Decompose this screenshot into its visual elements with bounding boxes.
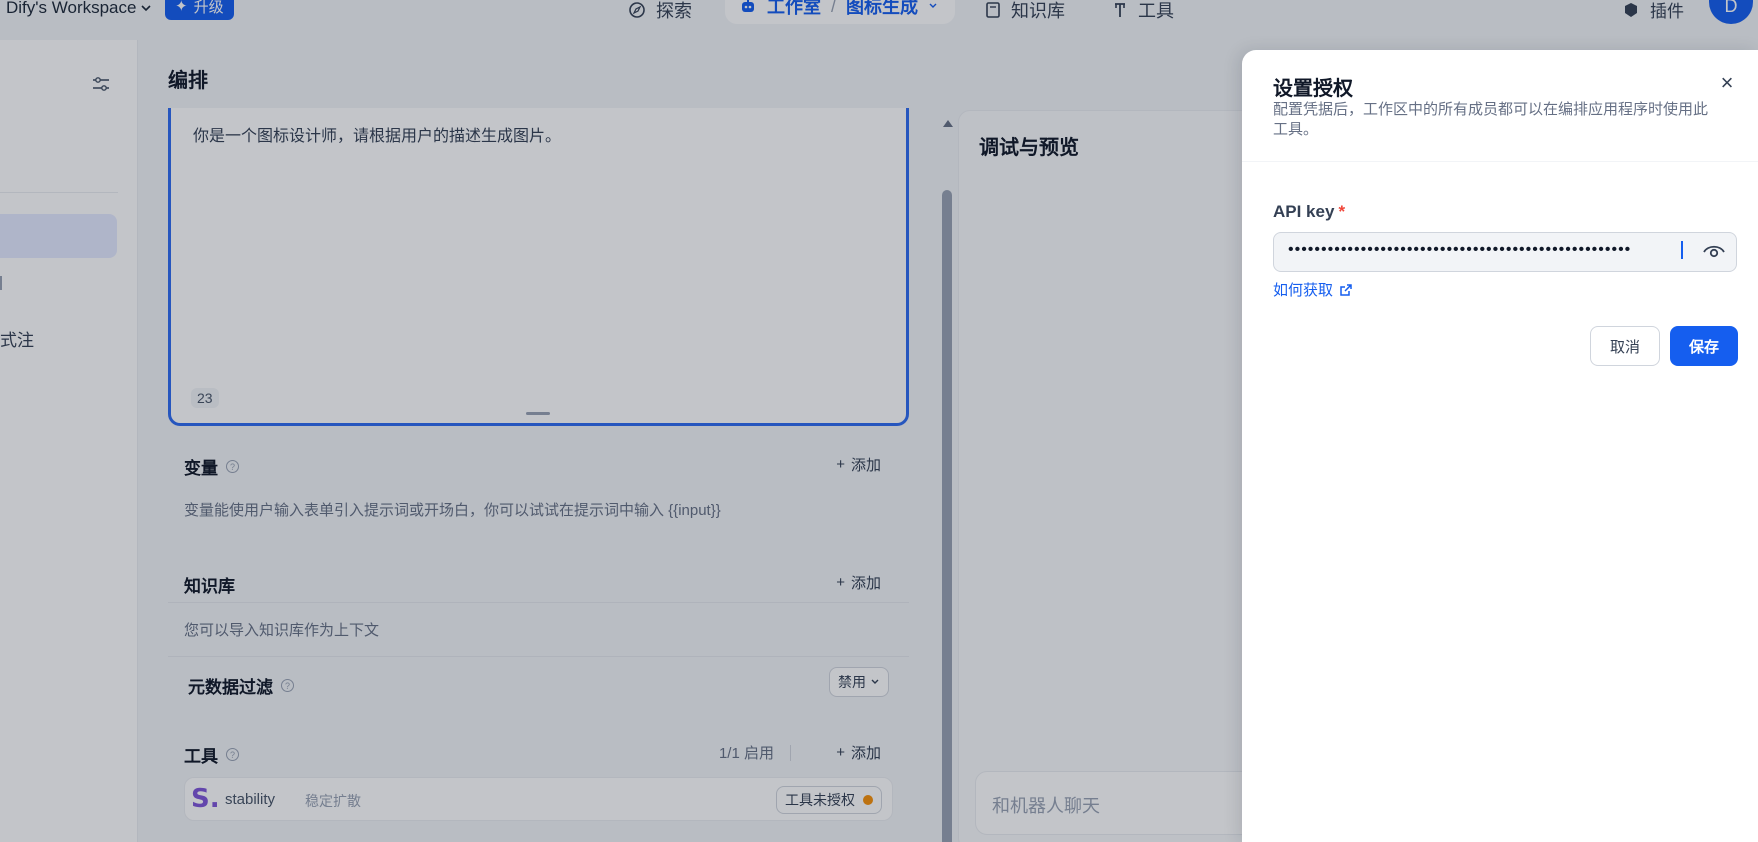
drawer-description: 配置凭据后，工作区中的所有成员都可以在编排应用程序时使用此工具。: [1273, 101, 1709, 138]
app-root: Dify's Workspace ✦ 升级 探索 工作室 / 图标生成 知识库 …: [0, 0, 1758, 842]
eye-icon[interactable]: [1702, 241, 1726, 263]
close-icon[interactable]: ×: [1718, 72, 1736, 94]
cancel-button[interactable]: 取消: [1590, 326, 1660, 366]
api-key-value[interactable]: ••••••••••••••••••••••••••••••••••••••••…: [1288, 241, 1683, 259]
auth-drawer: 设置授权 配置凭据后，工作区中的所有成员都可以在编排应用程序时使用此工具。 × …: [1242, 50, 1758, 842]
api-key-field[interactable]: ••••••••••••••••••••••••••••••••••••••••…: [1273, 232, 1737, 272]
drawer-title: 设置授权: [1273, 78, 1353, 100]
required-mark: *: [1338, 202, 1346, 221]
save-label: 保存: [1688, 338, 1719, 356]
divider: [1242, 161, 1758, 162]
api-key-label: API key *: [1273, 202, 1345, 222]
cancel-label: 取消: [1609, 338, 1640, 356]
how-to-get-link[interactable]: 如何获取: [1273, 279, 1353, 300]
save-button[interactable]: 保存: [1670, 326, 1738, 366]
how-to-get-label: 如何获取: [1273, 282, 1334, 299]
api-key-label-text: API key: [1273, 202, 1335, 221]
external-link-icon: [1340, 283, 1352, 296]
